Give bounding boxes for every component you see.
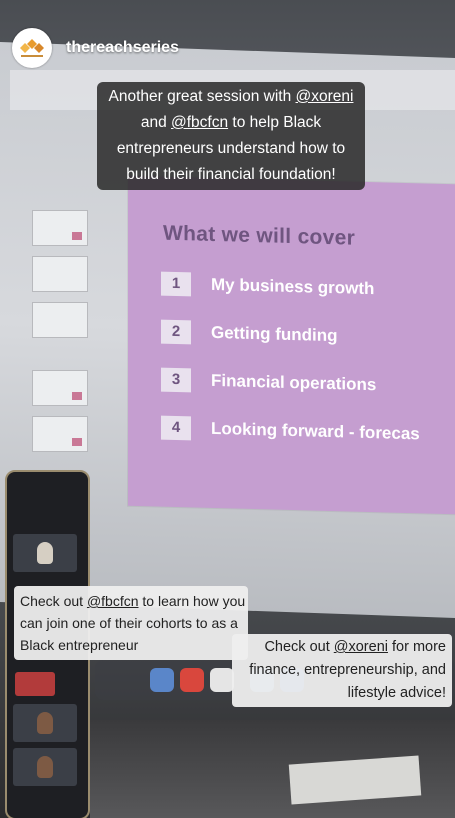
mention-link[interactable]: @fbcfcn [171, 114, 228, 131]
agenda-number: 3 [161, 367, 191, 393]
slide-thumbnail [32, 302, 88, 338]
video-tile [13, 534, 77, 572]
slide-agenda-item: 1 My business growth [161, 271, 375, 304]
story-viewer: What we will cover 1 My business growth 2… [0, 0, 455, 818]
slide-thumbnails [28, 200, 90, 460]
agenda-number: 1 [161, 271, 191, 297]
caption-line: lifestyle advice! [347, 685, 446, 701]
agenda-label: Getting funding [211, 322, 338, 346]
avatar[interactable] [12, 28, 52, 68]
agenda-label: My business growth [211, 274, 375, 299]
caption-line: can join one of their cohorts to as a [20, 615, 238, 631]
mention-link[interactable]: @fbcfcn [87, 593, 139, 609]
story-header[interactable]: thereachseries [12, 28, 179, 68]
slide-title: What we will cover [163, 221, 356, 250]
caption-line: build their financial foundation! [126, 166, 336, 183]
caption-line: finance, entrepreneurship, and [249, 662, 446, 678]
slide-thumbnail [32, 210, 88, 246]
video-tile [13, 748, 77, 786]
caption-line: Check out @fbcfcn to learn how you [20, 593, 246, 609]
agenda-label: Financial operations [211, 370, 377, 395]
caption-line: Another great session with @xoreni [108, 88, 354, 105]
caption-line: entrepreneurs understand how to [116, 140, 346, 157]
caption-line: Check out @xoreni for more [264, 639, 446, 655]
slide-thumbnail [32, 416, 88, 452]
slide-agenda-item: 4 Looking forward - forecas [161, 415, 420, 449]
dock-app-icon [180, 668, 204, 692]
agenda-number: 2 [161, 319, 191, 345]
agenda-label: Looking forward - forecas [211, 418, 420, 444]
dock-app-icon [210, 668, 234, 692]
caption-left: Check out @fbcfcn to learn how you can j… [14, 586, 248, 660]
mention-link[interactable]: @xoreni [296, 88, 354, 105]
dock-app-icon [150, 668, 174, 692]
presentation-slide: What we will cover 1 My business growth 2… [128, 175, 455, 515]
mention-link[interactable]: @xoreni [334, 639, 388, 655]
caption-line: and @fbcfcn to help Black [140, 114, 322, 131]
video-tile [13, 704, 77, 742]
caption-right: Check out @xoreni for more finance, entr… [232, 634, 452, 707]
agenda-number: 4 [161, 415, 191, 441]
account-username[interactable]: thereachseries [66, 39, 179, 57]
slide-thumbnail [32, 370, 88, 406]
slide-agenda-item: 3 Financial operations [161, 367, 377, 400]
slide-agenda-item: 2 Getting funding [161, 319, 338, 351]
phone-app-badge [15, 672, 55, 696]
slide-thumbnail [32, 256, 88, 292]
reach-logo-icon [17, 35, 47, 61]
caption-line: Black entrepreneur [20, 637, 139, 653]
caption-top: Another great session with @xoreni and @… [97, 82, 365, 190]
